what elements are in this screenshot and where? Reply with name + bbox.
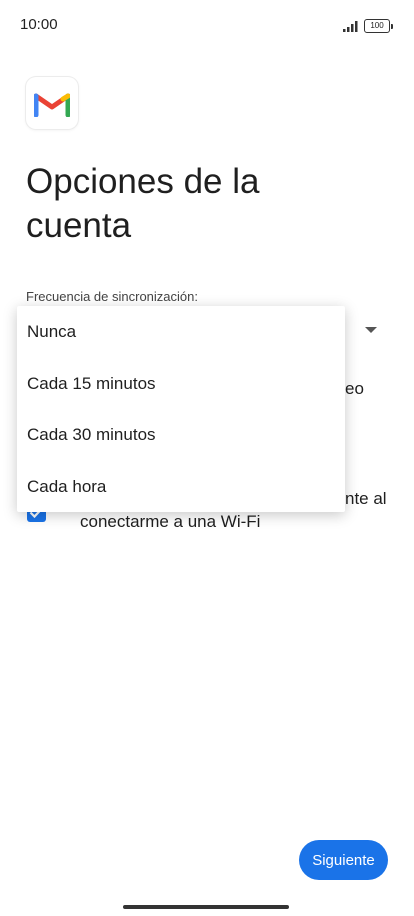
page-title: Opciones de la cuenta: [26, 162, 260, 245]
signal-icon: [343, 21, 358, 32]
status-bar: 10:00 100: [0, 0, 414, 52]
battery-icon: 100: [364, 19, 393, 33]
wifi-checkbox-label: conectarme a una Wi-Fi: [80, 512, 261, 531]
home-indicator[interactable]: [123, 905, 289, 909]
dropdown-option-nunca[interactable]: Nunca: [17, 306, 345, 358]
dropdown-option-15-min[interactable]: Cada 15 minutos: [17, 358, 345, 410]
obscured-option-text-2: nte al: [345, 489, 387, 508]
dropdown-arrow-icon[interactable]: [365, 327, 377, 333]
obscured-option-text: eo: [345, 379, 364, 398]
gmail-logo-icon: [26, 77, 78, 129]
dropdown-option-hora[interactable]: Cada hora: [17, 461, 345, 513]
sync-frequency-label: Frecuencia de sincronización:: [26, 289, 198, 304]
next-button[interactable]: Siguiente: [299, 840, 388, 880]
sync-frequency-dropdown-menu: Nunca Cada 15 minutos Cada 30 minutos Ca…: [17, 306, 345, 512]
dropdown-option-30-min[interactable]: Cada 30 minutos: [17, 409, 345, 461]
status-time: 10:00: [20, 16, 58, 33]
